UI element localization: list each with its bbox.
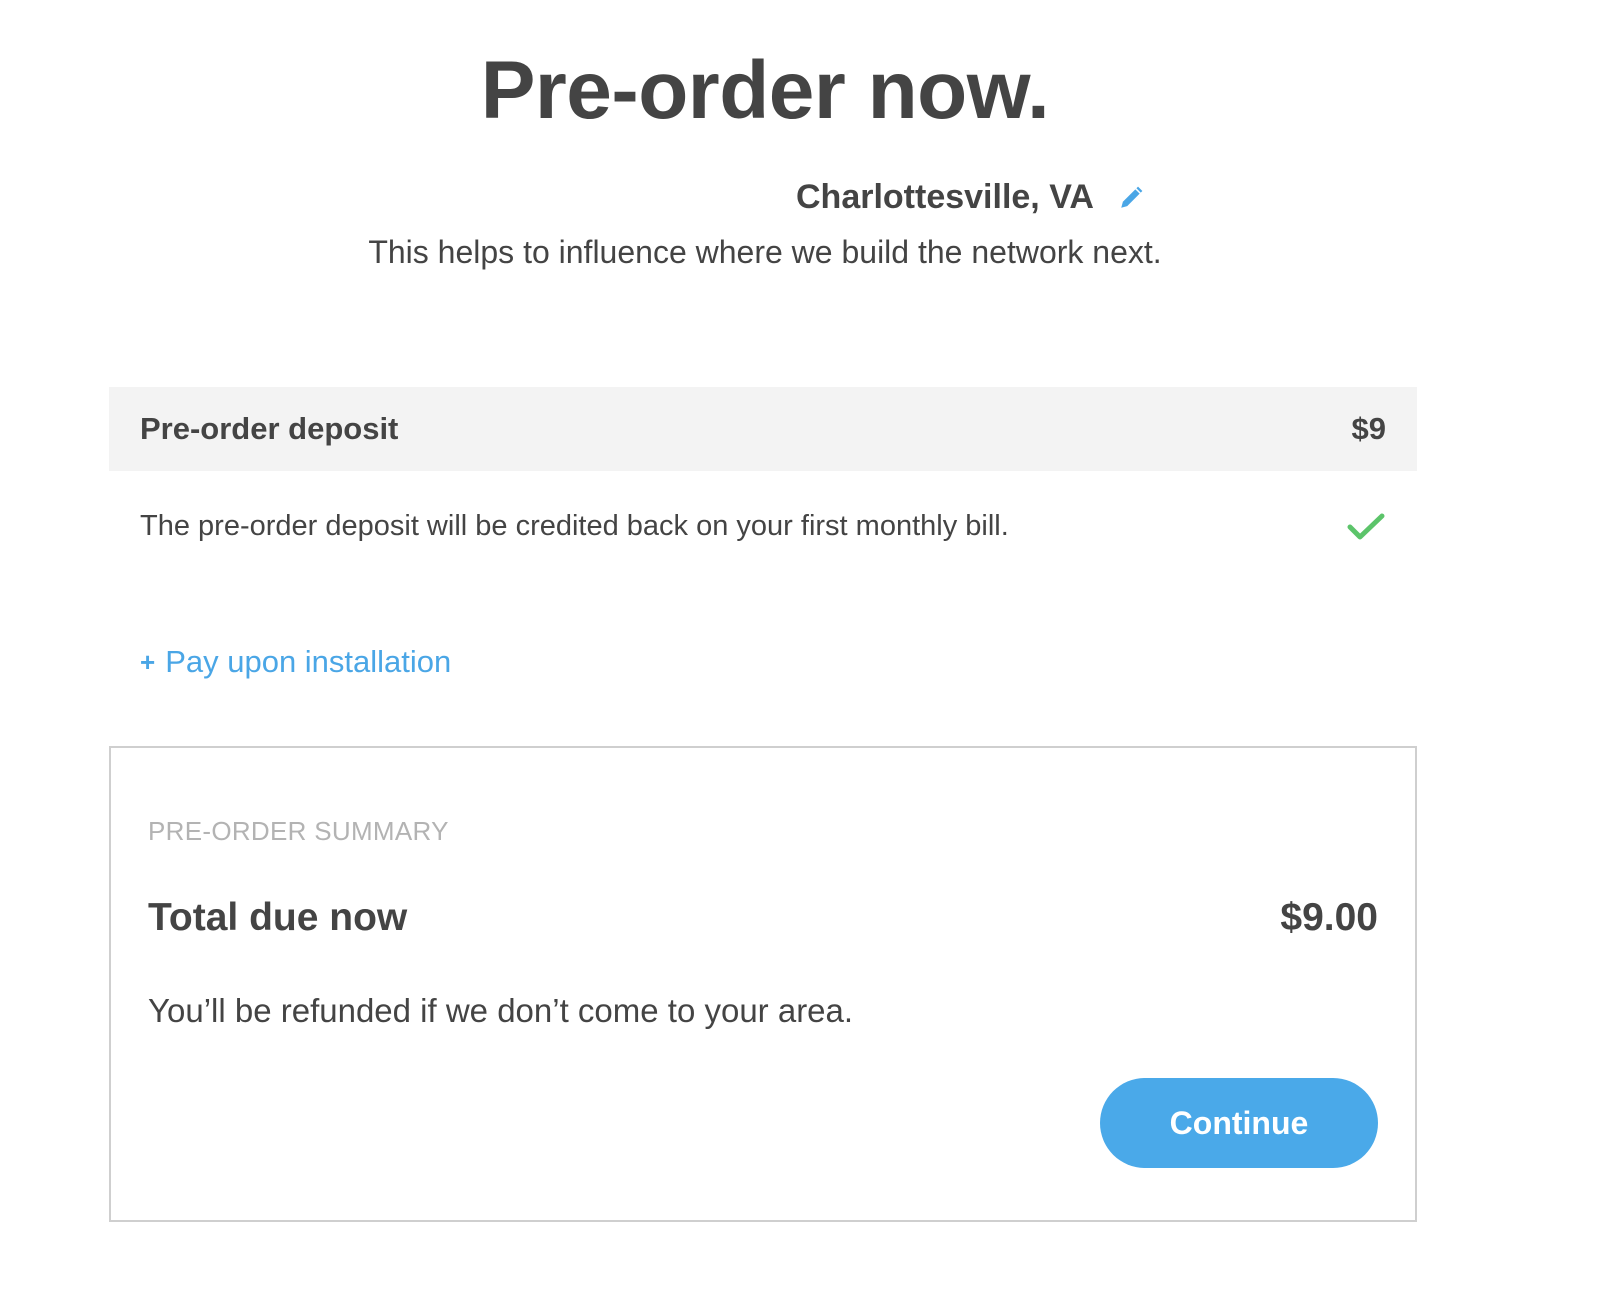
checkmark-icon	[1346, 512, 1386, 542]
total-label: Total due now	[148, 896, 408, 939]
pencil-icon[interactable]	[1116, 183, 1146, 213]
total-row: Total due now $9.00	[148, 896, 1378, 940]
deposit-note: The pre-order deposit will be credited b…	[140, 510, 1009, 542]
pay-upon-installation-label: Pay upon installation	[165, 644, 452, 679]
location-subtitle: This helps to influence where we build t…	[368, 234, 1162, 270]
pre-order-summary-panel: PRE-ORDER SUMMARY Total due now $9.00 Yo…	[109, 746, 1417, 1222]
location-row: Charlottesville, VA	[796, 178, 1146, 217]
deposit-price: $9	[1351, 411, 1386, 446]
continue-button[interactable]: Continue	[1100, 1078, 1378, 1168]
plus-icon: +	[140, 647, 156, 677]
refund-note: You’ll be refunded if we don’t come to y…	[148, 992, 854, 1029]
page-title: Pre-order now.	[480, 45, 1050, 136]
total-amount: $9.00	[1280, 896, 1378, 939]
deposit-label: Pre-order deposit	[140, 411, 399, 446]
deposit-note-row: The pre-order deposit will be credited b…	[109, 510, 1417, 543]
location-name: Charlottesville, VA	[796, 178, 1094, 216]
deposit-header: Pre-order deposit $9	[109, 387, 1417, 471]
summary-heading: PRE-ORDER SUMMARY	[148, 816, 449, 846]
pay-upon-installation-link[interactable]: + Pay upon installation	[140, 644, 451, 680]
